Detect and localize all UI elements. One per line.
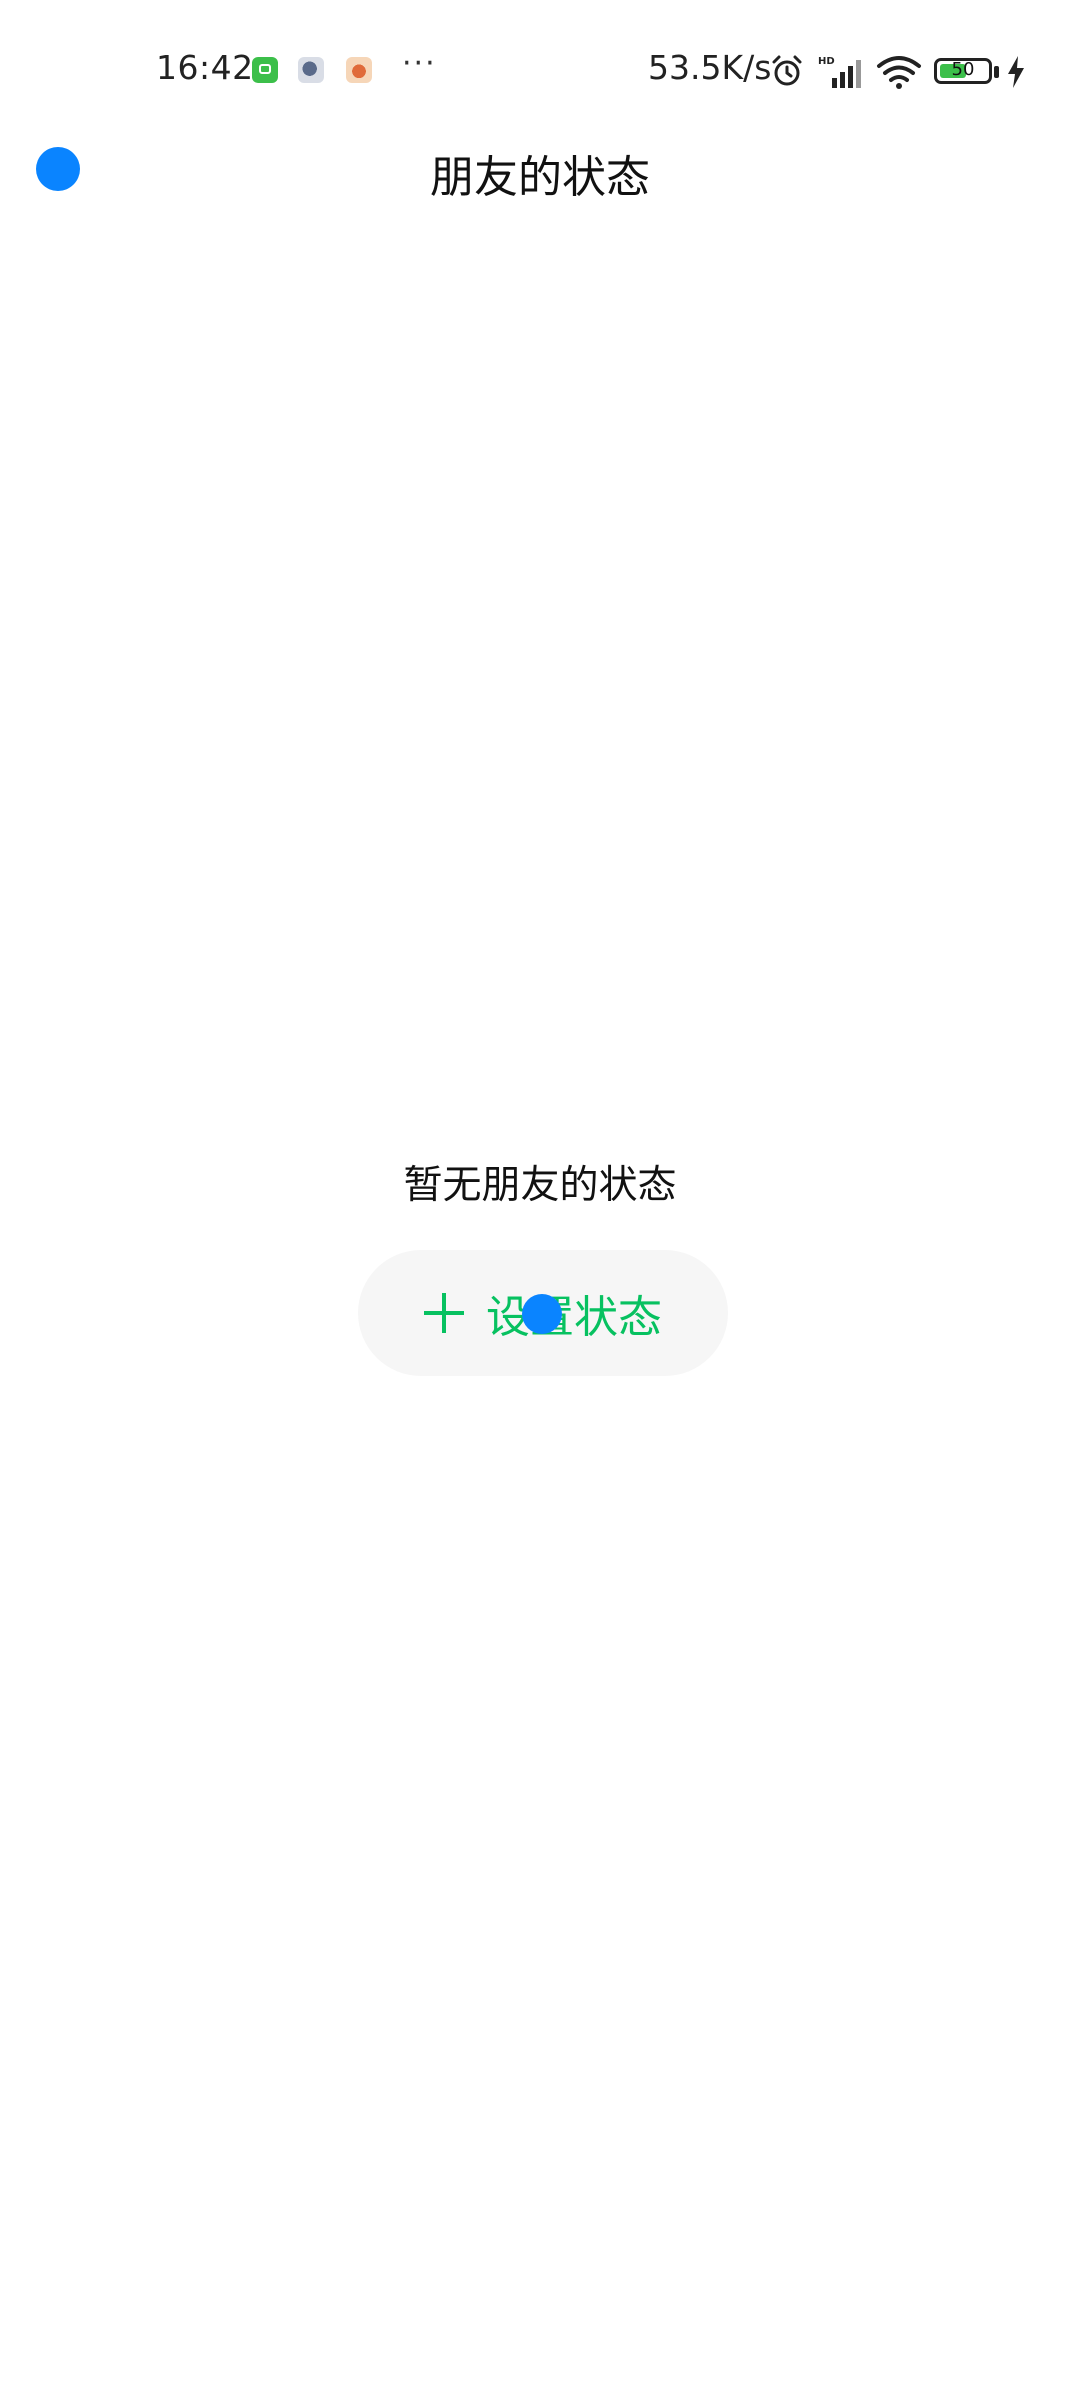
battery-cap: [994, 66, 999, 78]
alarm-icon: [772, 55, 802, 86]
status-time: 16:42: [156, 48, 254, 87]
network-speed: 53.5K/s: [648, 48, 772, 87]
notification-app-icon: [298, 57, 324, 83]
set-status-label: 设置状态: [486, 1292, 662, 1343]
empty-state-message: 暂无朋友的状态: [403, 1163, 677, 1208]
touch-indicator: [522, 1294, 562, 1334]
wifi-icon: [877, 56, 921, 89]
more-notifications-icon: ···: [402, 46, 437, 81]
charging-bolt-icon: [1008, 56, 1024, 88]
svg-text:HD: HD: [818, 56, 835, 67]
notification-app-icon-2: [346, 57, 372, 83]
status-bar: 16:42 ··· 53.5K/s HD 50: [0, 0, 1080, 140]
hd-signal-icon: HD: [818, 56, 861, 88]
green-app-icon: [252, 57, 278, 83]
battery-level: 50: [951, 59, 975, 80]
plus-icon: [424, 1293, 464, 1333]
page-title: 朋友的状态: [430, 152, 650, 203]
battery-icon: 50: [934, 58, 992, 84]
